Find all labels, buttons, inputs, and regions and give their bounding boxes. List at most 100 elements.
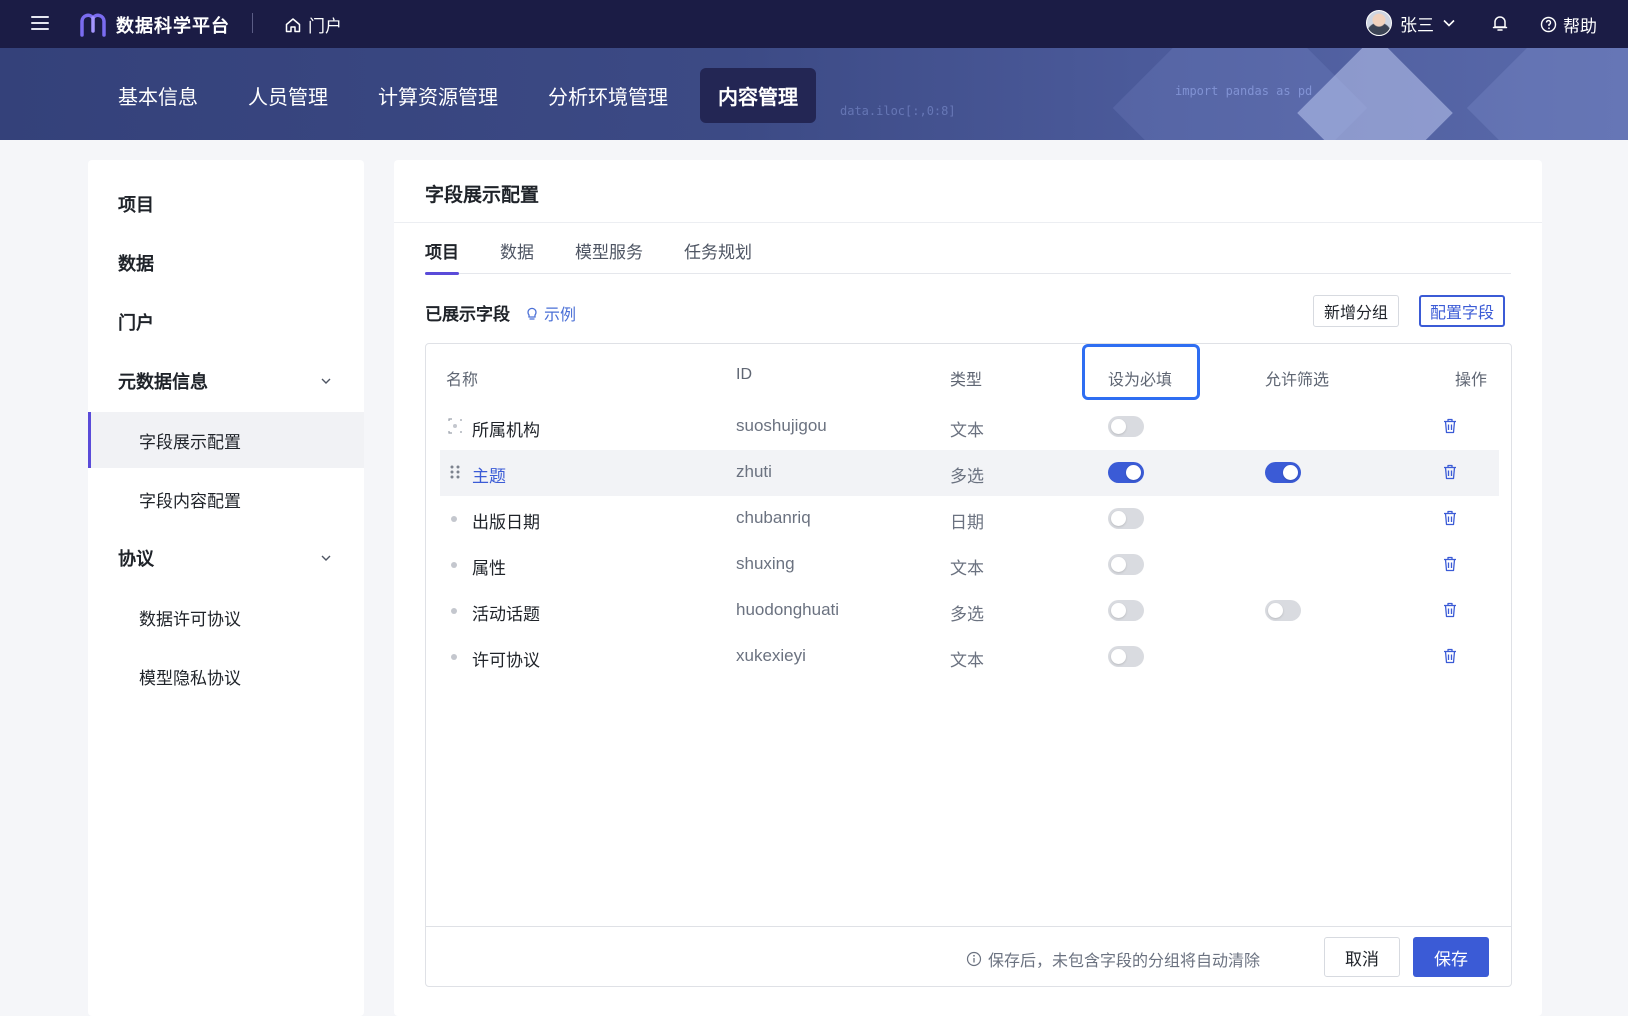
sidebar-item-data-license[interactable]: 数据许可协议 bbox=[88, 589, 364, 645]
tab-task-planning[interactable]: 任务规划 bbox=[684, 236, 752, 274]
table-row[interactable]: 许可协议 xukexieyi 文本 bbox=[440, 634, 1499, 680]
avatar bbox=[1366, 10, 1392, 36]
column-header-actions: 操作 bbox=[1455, 372, 1488, 389]
table-footer: 保存后，未包含字段的分组将自动清除 取消 保存 bbox=[426, 926, 1511, 988]
content-tabs: 项目 数据 模型服务 任务规划 bbox=[425, 236, 1511, 275]
field-name: 所属机构 bbox=[472, 421, 540, 440]
banner-decoration bbox=[1466, 48, 1628, 140]
trash-icon[interactable] bbox=[1441, 555, 1459, 573]
table-row[interactable]: 属性 shuxing 文本 bbox=[440, 542, 1499, 588]
column-header-required: 设为必填 bbox=[1108, 372, 1173, 389]
filter-toggle[interactable] bbox=[1265, 600, 1301, 621]
field-id: shuxing bbox=[736, 554, 795, 573]
nav-tab-basic-info[interactable]: 基本信息 bbox=[100, 68, 216, 123]
banner-code-text: import pandas as pd bbox=[1175, 84, 1313, 98]
user-menu[interactable]: 张三 bbox=[1366, 10, 1456, 36]
sidebar-item-label: 元数据信息 bbox=[118, 372, 208, 392]
field-name: 许可协议 bbox=[472, 651, 540, 670]
nav-tab-content[interactable]: 内容管理 bbox=[700, 68, 816, 123]
table-header: 名称 ID 类型 设为必填 允许筛选 操作 bbox=[426, 344, 1511, 406]
divider bbox=[252, 13, 253, 33]
sidebar-item-label: 项目 bbox=[118, 195, 154, 215]
example-link[interactable]: 示例 bbox=[524, 301, 576, 325]
field-name: 属性 bbox=[472, 559, 506, 578]
drag-handle-icon[interactable] bbox=[448, 464, 462, 480]
table-row[interactable]: 主题 zhuti 多选 bbox=[440, 450, 1499, 496]
field-id: huodonghuati bbox=[736, 600, 840, 619]
chevron-down-icon bbox=[321, 555, 331, 561]
required-toggle[interactable] bbox=[1108, 646, 1144, 667]
field-type: 多选 bbox=[950, 467, 984, 486]
row-bullet bbox=[451, 562, 457, 568]
config-fields-button[interactable]: 配置字段 bbox=[1419, 295, 1506, 327]
sidebar-item-label: 模型隐私协议 bbox=[139, 668, 241, 688]
app-title: 数据科学平台 bbox=[116, 16, 230, 36]
table-row[interactable]: 所属机构 suoshujigou 文本 bbox=[440, 404, 1499, 450]
column-header-id: ID bbox=[736, 366, 752, 383]
field-type: 文本 bbox=[950, 559, 984, 578]
trash-icon[interactable] bbox=[1441, 417, 1459, 435]
field-type: 文本 bbox=[950, 651, 984, 670]
required-toggle[interactable] bbox=[1108, 416, 1144, 437]
tab-project[interactable]: 项目 bbox=[425, 236, 459, 275]
help-link[interactable]: 帮助 bbox=[1540, 12, 1597, 37]
trash-icon[interactable] bbox=[1441, 509, 1459, 527]
column-header-type: 类型 bbox=[950, 372, 983, 389]
save-button[interactable]: 保存 bbox=[1413, 937, 1489, 977]
bell-icon[interactable] bbox=[1490, 13, 1510, 33]
divider bbox=[394, 222, 1542, 223]
example-label: 示例 bbox=[544, 307, 577, 324]
field-name: 出版日期 bbox=[472, 513, 540, 532]
portal-label: 门户 bbox=[308, 17, 342, 36]
required-toggle[interactable] bbox=[1108, 462, 1144, 483]
table-row[interactable]: 活动话题 huodonghuati 多选 bbox=[440, 588, 1499, 634]
trash-icon[interactable] bbox=[1441, 601, 1459, 619]
sidebar-group-agreements[interactable]: 协议 bbox=[88, 530, 364, 586]
main-panel: 字段展示配置 项目 数据 模型服务 任务规划 已展示字段 示例 新增分组 配置字… bbox=[394, 160, 1542, 1016]
sidebar: 项目 数据 门户 元数据信息 字段展示配置 字段内容配置 协议 数据许可协议 模… bbox=[88, 160, 364, 1016]
table-row[interactable]: 出版日期 chubanriq 日期 bbox=[440, 496, 1499, 542]
portal-link[interactable]: 门户 bbox=[284, 12, 342, 37]
page-title: 字段展示配置 bbox=[425, 185, 540, 206]
fields-table: 名称 ID 类型 设为必填 允许筛选 操作 所属机构 suoshujigou 文… bbox=[425, 343, 1512, 987]
trash-icon[interactable] bbox=[1441, 463, 1459, 481]
user-name: 张三 bbox=[1400, 15, 1434, 35]
required-toggle[interactable] bbox=[1108, 554, 1144, 575]
section-label: 已展示字段 bbox=[425, 305, 510, 324]
sidebar-item-data[interactable]: 数据 bbox=[88, 235, 364, 291]
nav-tab-people[interactable]: 人员管理 bbox=[230, 68, 346, 123]
home-icon bbox=[285, 17, 301, 32]
drag-placeholder-icon[interactable] bbox=[448, 418, 462, 434]
sidebar-item-label: 字段展示配置 bbox=[139, 432, 241, 452]
tab-data[interactable]: 数据 bbox=[500, 236, 534, 274]
row-bullet bbox=[451, 654, 457, 660]
tab-model-service[interactable]: 模型服务 bbox=[575, 236, 643, 274]
help-label: 帮助 bbox=[1563, 17, 1597, 36]
sidebar-item-model-privacy[interactable]: 模型隐私协议 bbox=[88, 648, 364, 704]
field-type: 多选 bbox=[950, 605, 984, 624]
required-toggle[interactable] bbox=[1108, 508, 1144, 529]
nav-banner: import pandas as pd data.iloc[:,0:8] 基本信… bbox=[0, 48, 1628, 140]
save-hint-text: 保存后，未包含字段的分组将自动清除 bbox=[988, 953, 1261, 970]
sidebar-group-metadata[interactable]: 元数据信息 bbox=[88, 353, 364, 409]
nav-tab-compute[interactable]: 计算资源管理 bbox=[360, 68, 516, 123]
info-icon bbox=[966, 951, 982, 967]
sidebar-item-label: 字段内容配置 bbox=[139, 491, 241, 511]
cancel-button[interactable]: 取消 bbox=[1324, 937, 1400, 977]
filter-toggle[interactable] bbox=[1265, 462, 1301, 483]
sidebar-item-field-content-config[interactable]: 字段内容配置 bbox=[88, 471, 364, 527]
sidebar-item-portal[interactable]: 门户 bbox=[88, 294, 364, 350]
field-name[interactable]: 主题 bbox=[472, 462, 506, 487]
add-group-button[interactable]: 新增分组 bbox=[1313, 295, 1400, 327]
required-toggle[interactable] bbox=[1108, 600, 1144, 621]
field-id: chubanriq bbox=[736, 508, 811, 527]
chevron-down-icon bbox=[1443, 19, 1455, 27]
column-header-name: 名称 bbox=[446, 372, 479, 389]
nav-tab-analysis-env[interactable]: 分析环境管理 bbox=[530, 68, 686, 123]
sidebar-item-label: 门户 bbox=[118, 313, 154, 333]
sidebar-item-field-display-config[interactable]: 字段展示配置 bbox=[88, 412, 364, 468]
banner-code-text: data.iloc[:,0:8] bbox=[840, 104, 956, 118]
menu-icon[interactable] bbox=[28, 12, 52, 36]
trash-icon[interactable] bbox=[1441, 647, 1459, 665]
sidebar-item-project[interactable]: 项目 bbox=[88, 176, 364, 232]
